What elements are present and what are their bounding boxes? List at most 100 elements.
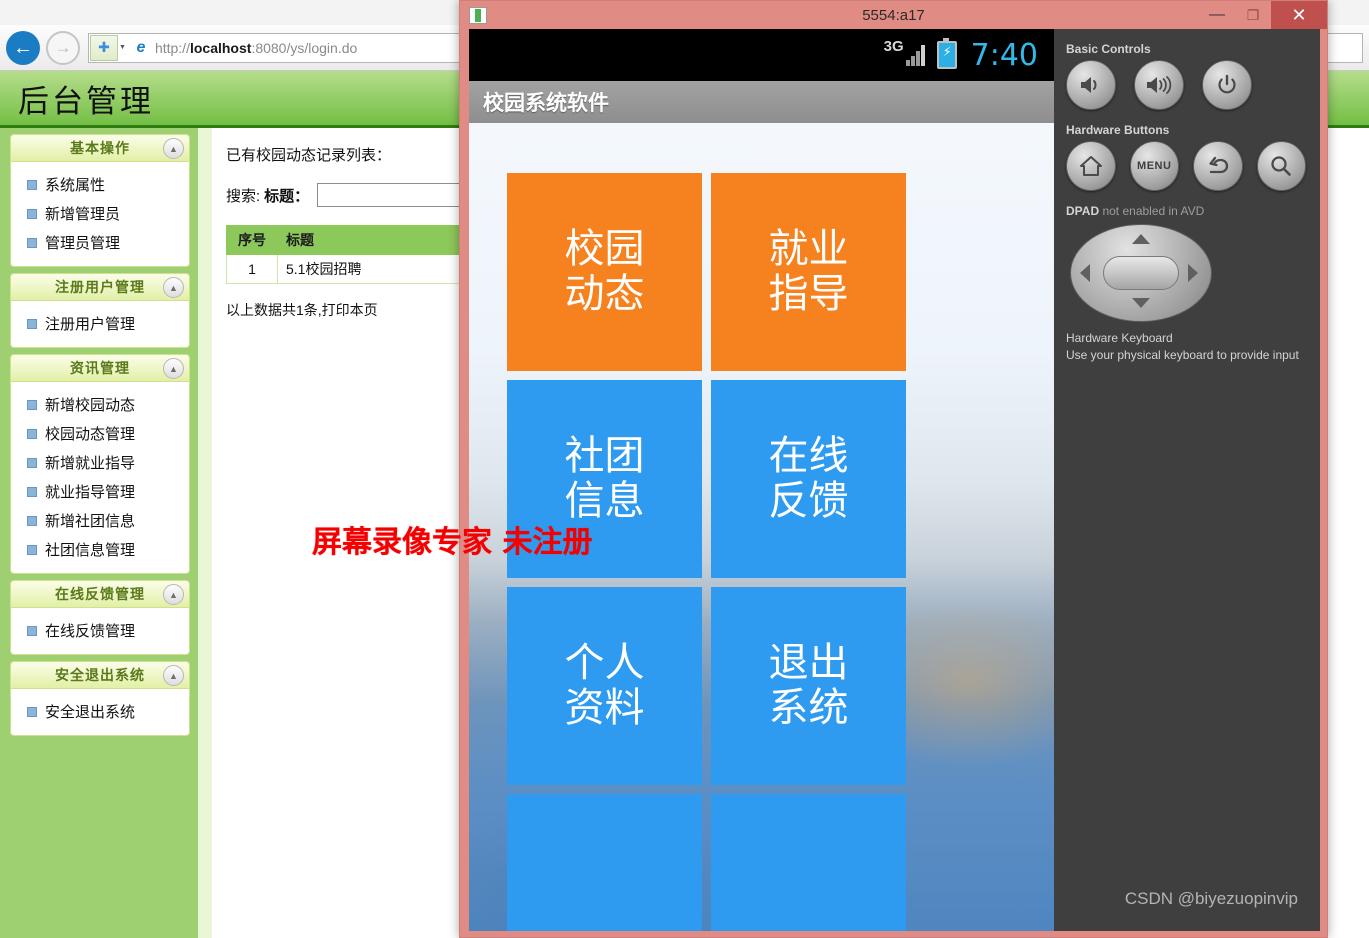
bullet-icon — [27, 544, 37, 555]
sidebar-item-add-campus-news[interactable]: 新增校园动态 — [11, 390, 189, 419]
sidebar-group-body: 注册用户管理 — [10, 301, 190, 348]
volume-down-icon[interactable] — [1066, 60, 1116, 110]
sidebar-item-add-admin[interactable]: 新增管理员 — [11, 199, 189, 228]
back-icon[interactable] — [1193, 141, 1243, 191]
sidebar-item-label: 系统属性 — [45, 177, 106, 194]
tile-label-line1: 个人 — [564, 640, 645, 687]
bullet-icon — [27, 208, 37, 219]
sidebar-group-title: 安全退出系统 — [55, 667, 145, 683]
dpad-label-strong: DPAD — [1066, 204, 1100, 218]
sidebar-group-title: 在线反馈管理 — [55, 586, 145, 602]
sidebar-group-header[interactable]: 安全退出系统 ▲ — [10, 661, 190, 689]
search-label: 搜索: — [226, 187, 261, 205]
sidebar-group-body: 安全退出系统 — [10, 689, 190, 736]
forward-arrow-icon[interactable]: → — [46, 30, 80, 65]
bullet-icon — [27, 237, 37, 248]
window-buttons: — ❐ ✕ — [1199, 1, 1327, 29]
dpad-left-icon[interactable] — [1080, 264, 1090, 282]
tile-exit-system[interactable]: 退出 系统 — [711, 587, 906, 785]
tile-label-line1: 在线 — [768, 433, 849, 480]
table-cell-no: 1 — [226, 254, 278, 284]
table-col-no: 序号 — [226, 225, 278, 255]
bullet-icon — [27, 706, 37, 717]
tile-label-line1: 校园 — [564, 226, 645, 273]
tile-partial-right[interactable] — [711, 794, 906, 931]
dpad-up-icon[interactable] — [1132, 234, 1150, 244]
sidebar-group-body: 系统属性 新增管理员 管理员管理 — [10, 162, 190, 267]
collapse-chevron-icon[interactable]: ▲ — [163, 138, 184, 159]
tile-career-guidance[interactable]: 就业 指导 — [711, 173, 906, 371]
tile-label-line2: 资料 — [564, 685, 645, 731]
sidebar-group-header[interactable]: 在线反馈管理 ▲ — [10, 580, 190, 608]
sidebar-item-label: 就业指导管理 — [45, 484, 136, 501]
maximize-button[interactable]: ❐ — [1235, 1, 1271, 29]
tile-row — [507, 794, 939, 931]
sidebar-group-header[interactable]: 基本操作 ▲ — [10, 134, 190, 162]
minimize-button[interactable]: — — [1199, 1, 1235, 29]
sidebar-group-logout: 安全退出系统 ▲ 安全退出系统 — [10, 661, 190, 736]
tile-label-line2: 系统 — [768, 685, 849, 731]
compatibility-shield-icon[interactable]: ✚ — [90, 34, 118, 61]
close-button[interactable]: ✕ — [1271, 1, 1327, 29]
sidebar-item-campus-news-management[interactable]: 校园动态管理 — [11, 419, 189, 448]
tile-online-feedback[interactable]: 在线 反馈 — [711, 380, 906, 578]
volume-up-icon[interactable] — [1134, 60, 1184, 110]
menu-button-label: MENU — [1137, 160, 1172, 172]
sidebar-item-system-properties[interactable]: 系统属性 — [11, 170, 189, 199]
power-icon[interactable] — [1202, 60, 1252, 110]
app-title: 校园系统软件 — [483, 92, 609, 115]
tile-label-line2: 动态 — [564, 271, 645, 317]
tile-partial-left[interactable] — [507, 794, 702, 931]
collapse-chevron-icon[interactable]: ▲ — [163, 665, 184, 686]
emulator-titlebar[interactable]: 5554:a17 — ❐ ✕ — [460, 1, 1327, 29]
collapse-chevron-icon[interactable]: ▲ — [163, 358, 184, 379]
bullet-icon — [27, 428, 37, 439]
page-title: 后台管理 — [18, 83, 154, 120]
sidebar-item-label: 新增就业指导 — [45, 455, 136, 472]
sidebar-group-header[interactable]: 资讯管理 ▲ — [10, 354, 190, 382]
sidebar-item-career-guidance-management[interactable]: 就业指导管理 — [11, 477, 189, 506]
app-title-bar: 校园系统软件 — [469, 81, 1054, 124]
tile-label-line1: 就业 — [768, 226, 849, 273]
emulator-window-title: 5554:a17 — [862, 6, 925, 24]
chevron-down-icon[interactable]: ▼ — [119, 44, 126, 51]
hardware-keyboard-text: Use your physical keyboard to provide in… — [1066, 348, 1299, 363]
dpad-down-icon[interactable] — [1132, 298, 1150, 308]
sidebar-group-information: 资讯管理 ▲ 新增校园动态 校园动态管理 新增就业指导 就业指导管理 新增社团信… — [10, 354, 190, 574]
signal-bars-icon — [905, 44, 925, 66]
dpad-right-icon[interactable] — [1188, 264, 1198, 282]
csdn-watermark: CSDN @biyezuopinvip — [1124, 889, 1298, 908]
back-arrow-icon[interactable]: ← — [6, 30, 40, 65]
sidebar-item-club-info-management[interactable]: 社团信息管理 — [11, 535, 189, 564]
sidebar-item-safe-logout[interactable]: 安全退出系统 — [11, 697, 189, 726]
sidebar-item-admin-management[interactable]: 管理员管理 — [11, 228, 189, 257]
search-icon[interactable] — [1256, 141, 1306, 191]
basic-controls-label: Basic Controls — [1066, 42, 1151, 56]
hardware-buttons-label: Hardware Buttons — [1066, 123, 1170, 137]
bullet-icon — [27, 457, 37, 468]
menu-button[interactable]: MENU — [1129, 141, 1179, 191]
dpad-control[interactable] — [1070, 224, 1212, 322]
tile-personal-profile[interactable]: 个人 资料 — [507, 587, 702, 785]
tile-campus-news[interactable]: 校园 动态 — [507, 173, 702, 371]
tile-label-line2: 指导 — [768, 271, 849, 317]
collapse-chevron-icon[interactable]: ▲ — [163, 584, 184, 605]
search-field-label: 标题： — [264, 187, 310, 205]
sidebar-group-basic: 基本操作 ▲ 系统属性 新增管理员 管理员管理 — [10, 134, 190, 267]
collapse-chevron-icon[interactable]: ▲ — [163, 277, 184, 298]
sidebar-item-online-feedback-management[interactable]: 在线反馈管理 — [11, 616, 189, 645]
internet-explorer-icon: e — [136, 38, 146, 56]
sidebar: 基本操作 ▲ 系统属性 新增管理员 管理员管理 注册用户管理 ▲ 注册用户管理 … — [0, 128, 198, 938]
home-icon[interactable] — [1066, 141, 1116, 191]
sidebar-item-add-career-guidance[interactable]: 新增就业指导 — [11, 448, 189, 477]
sidebar-item-add-club-info[interactable]: 新增社团信息 — [11, 506, 189, 535]
sidebar-group-body: 新增校园动态 校园动态管理 新增就业指导 就业指导管理 新增社团信息 社团信息管… — [10, 382, 190, 574]
sidebar-item-label: 新增管理员 — [45, 206, 121, 223]
sidebar-group-header[interactable]: 注册用户管理 ▲ — [10, 273, 190, 301]
sidebar-group-body: 在线反馈管理 — [10, 608, 190, 655]
sidebar-group-registered-users: 注册用户管理 ▲ 注册用户管理 — [10, 273, 190, 348]
tile-label-line1: 社团 — [564, 433, 645, 480]
phone-screen[interactable]: 3G ⚡ 7:40 校园系统软件 校园 动态 就业 指导 社团 信息 在线 反馈… — [469, 29, 1054, 931]
dpad-center-button[interactable] — [1103, 256, 1179, 290]
sidebar-item-registered-user-management[interactable]: 注册用户管理 — [11, 309, 189, 338]
